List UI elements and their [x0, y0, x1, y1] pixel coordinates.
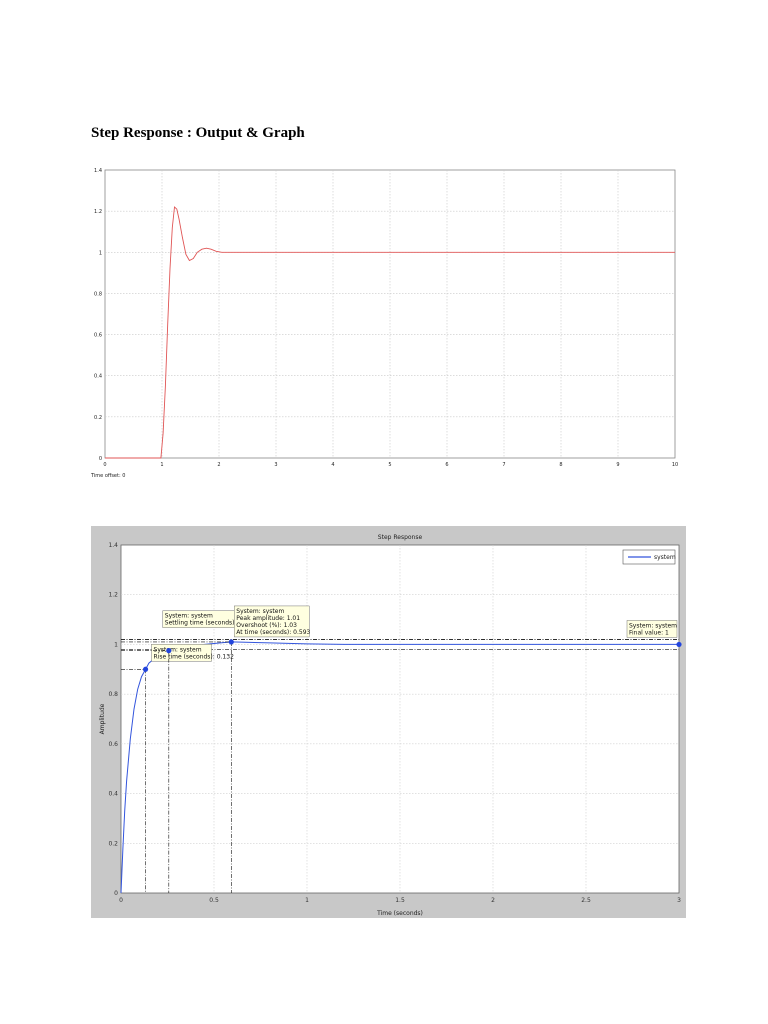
chart2-y-tick-label: 0.4 — [108, 791, 118, 798]
chart1-x-tick-label: 3 — [274, 462, 277, 468]
chart1-x-tick-label: 8 — [559, 462, 562, 468]
chart1-x-tick-label: 2 — [217, 462, 220, 468]
chart1-x-tick-label: 7 — [502, 462, 505, 468]
chart2-y-tick-label: 0.6 — [108, 741, 118, 748]
chart1-x-tick-label: 4 — [331, 462, 334, 468]
chart2-y-tick-label: 0.2 — [108, 840, 118, 847]
chart1-x-tick-label: 9 — [616, 462, 619, 468]
chart1-x-tick-label: 10 — [672, 462, 678, 468]
chart1-y-tick-label: 0.2 — [94, 415, 102, 421]
chart2-annotation-text: Rise time (seconds): 0.132 — [154, 653, 235, 660]
chart2-annotation-text: Peak amplitude: 1.01 — [236, 615, 300, 622]
chart1-y-tick-label: 0 — [99, 456, 102, 462]
chart1-y-tick-label: 0.8 — [94, 291, 102, 297]
chart1-x-tick-label: 6 — [445, 462, 448, 468]
chart2-x-tick-label: 1.5 — [395, 897, 405, 904]
chart2-title: Step Response — [378, 534, 423, 541]
chart2-y-tick-label: 0.8 — [108, 691, 118, 698]
chart2-x-tick-label: 0 — [119, 897, 123, 904]
charts-canvas: 0 1 2 3 4 5 6 7 8 9 1000.20.40.60.811.21.4Time off… — [90, 168, 686, 918]
chart2-annotation-text: System: system — [154, 646, 202, 653]
chart2-legend-label: system — [654, 554, 676, 561]
chart2-annotation-marker — [676, 641, 682, 648]
chart2-annotation-marker — [228, 639, 234, 645]
chart1-x-tick-label: 5 — [388, 462, 391, 468]
chart1-x-tick-label: 1 — [160, 462, 163, 468]
chart2-annotation-marker — [166, 648, 172, 654]
chart1-y-tick-label: 0.4 — [94, 374, 102, 380]
chart2-x-tick-label: 1 — [305, 897, 309, 904]
chart2-x-tick-label: 2 — [491, 897, 495, 904]
chart1-y-tick-label: 1.4 — [94, 168, 102, 174]
chart2-annotation-text: System: system — [165, 613, 213, 620]
chart2-x-tick-label: 3 — [677, 897, 681, 904]
chart1-time-offset-label: Time offset: 0 — [90, 473, 125, 479]
chart2-y-tick-label: 0 — [114, 890, 118, 897]
chart2-annotation-text: At time (seconds): 0.593 — [236, 629, 310, 636]
chart1-x-tick-label: 0 — [103, 462, 106, 468]
chart2-y-tick-label: 1.4 — [108, 542, 118, 549]
chart2-annotation-marker — [142, 666, 149, 672]
chart2-annotation-text: System: system — [629, 622, 677, 629]
chart2-annotation-text: Final value: 1 — [629, 629, 669, 636]
chart2-x-axis-label: Time (seconds) — [376, 910, 423, 917]
chart1-y-tick-label: 1 — [99, 250, 102, 256]
chart2-y-tick-label: 1 — [114, 641, 118, 648]
chart2-x-tick-label: 2.5 — [581, 897, 591, 904]
chart1-y-tick-label: 0.6 — [94, 333, 102, 339]
chart2-y-axis-label: Amplitude — [99, 703, 106, 734]
chart2-annotation-text: Overshoot (%): 1.03 — [236, 622, 297, 629]
chart1-y-tick-label: 1.2 — [94, 209, 102, 215]
chart2-annotation-text: System: system — [236, 608, 284, 615]
chart2-x-tick-label: 0.5 — [209, 897, 219, 904]
chart2-y-tick-label: 1.2 — [108, 592, 118, 599]
